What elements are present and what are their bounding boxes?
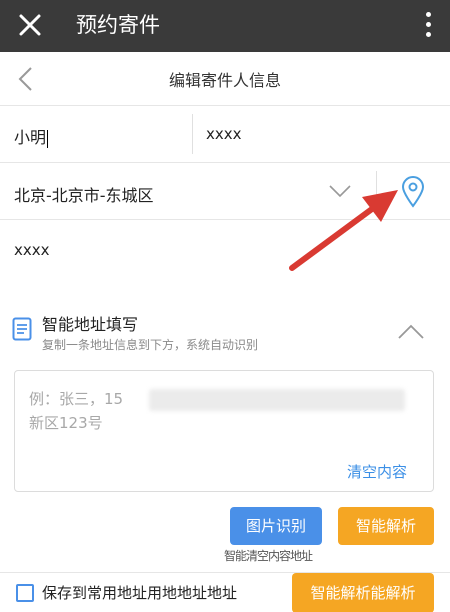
smart-address-title: 智能地址填写 [42, 315, 139, 334]
clear-content-link[interactable]: 清空内容 [347, 461, 407, 482]
close-icon[interactable] [14, 9, 46, 41]
redaction-blur [149, 389, 405, 411]
text-caret [47, 129, 49, 148]
location-pin-icon[interactable] [401, 176, 425, 208]
smart-address-panel: 智能地址填写 复制一条地址信息到下方，系统自动识别 例：张三，15 新区123号… [0, 293, 450, 612]
name-phone-row: 小明 xxxx [0, 106, 450, 163]
name-value: 小明 [14, 128, 47, 147]
detail-address-field[interactable]: xxxx [14, 241, 50, 259]
save-address-label[interactable]: 保存到常用地址用地地址地址 [42, 582, 237, 603]
region-row[interactable]: 北京-北京市-东城区 [0, 163, 450, 220]
app-title: 预约寄件 [76, 13, 160, 37]
image-recognition-button[interactable]: 图片识别 [230, 507, 322, 545]
bottom-bar: 保存到常用地址用地地址地址 智能解析能解析 [0, 572, 450, 612]
more-icon[interactable] [424, 12, 432, 40]
app-bar: 预约寄件 [0, 0, 450, 52]
document-icon [12, 317, 32, 341]
phone-field[interactable]: xxxx [206, 125, 242, 143]
chevron-up-icon[interactable] [396, 323, 426, 341]
address-textarea[interactable]: 例：张三，15 新区123号 清空内容 [14, 370, 434, 492]
overlap-text: 智能清空内容地址 [224, 549, 313, 563]
divider [376, 171, 377, 211]
smart-parse-button[interactable]: 智能解析 [338, 507, 434, 545]
smart-address-subtitle: 复制一条地址信息到下方，系统自动识别 [42, 338, 259, 352]
placeholder-line-2: 新区123号 [29, 414, 103, 432]
name-field[interactable]: 小明 [14, 124, 49, 148]
nav-bar: 编辑寄件人信息 [0, 52, 450, 106]
divider [192, 114, 193, 154]
region-select[interactable]: 北京-北京市-东城区 [14, 182, 154, 206]
detail-address-row: xxxx [0, 220, 450, 294]
save-address-checkbox[interactable] [16, 584, 34, 602]
sender-form: 小明 xxxx 北京-北京市-东城区 xxxx [0, 106, 450, 294]
bottom-smart-parse-button[interactable]: 智能解析能解析 [292, 573, 434, 612]
page-title: 编辑寄件人信息 [168, 71, 281, 90]
chevron-down-icon[interactable] [328, 183, 352, 199]
